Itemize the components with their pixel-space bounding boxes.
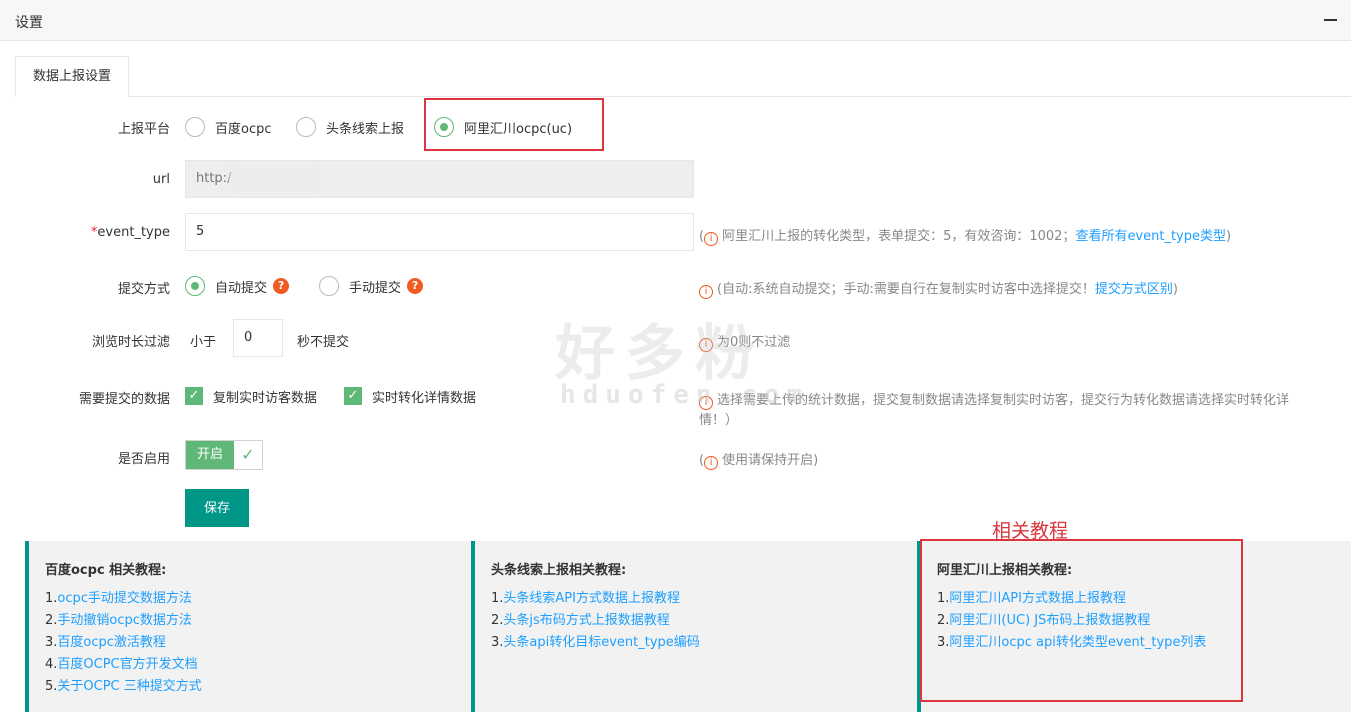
window-title: 设置 [15, 15, 43, 31]
enabled-label: 是否启用 [117, 452, 170, 467]
list-item: 1.ocpc手动提交数据方法 [45, 591, 192, 606]
radio-circle-icon [296, 117, 316, 137]
info-icon: i [704, 232, 719, 246]
enabled-tip: (i 使用请保持开启) [699, 453, 819, 470]
list-item: 4.百度OCPC官方开发文档 [45, 657, 198, 672]
radio-circle-icon [319, 276, 339, 296]
highlight-box-platform [424, 98, 604, 151]
list-item: 3.百度ocpc激活教程 [45, 635, 166, 650]
tutorial-link[interactable]: 关于OCPC 三种提交方式 [57, 679, 201, 694]
info-icon: i [699, 285, 713, 299]
tutorial-panel-baidu: 百度ocpc 相关教程: 1.ocpc手动提交数据方法 2.手动撤销ocpc数据… [25, 541, 471, 712]
check-icon: ✓ [241, 445, 255, 464]
redacted-url-blur [230, 171, 320, 191]
duration-input[interactable]: 0 [233, 319, 283, 357]
list-item: 2.头条js布码方式上报数据教程 [491, 613, 670, 628]
enable-switch[interactable]: 开启 ✓ [185, 440, 263, 470]
check-icon: ✓ [185, 387, 203, 405]
panel-title: 百度ocpc 相关教程: [45, 563, 167, 578]
tutorial-link[interactable]: 百度OCPC官方开发文档 [57, 657, 197, 672]
tutorial-link[interactable]: 手动撤销ocpc数据方法 [57, 613, 192, 628]
platform-label: 上报平台 [117, 122, 170, 137]
checkbox-copy-visitor-data[interactable]: ✓ 复制实时访客数据 [185, 387, 317, 406]
submit-mode-tip: i (自动:系统自动提交；手动:需要自行在复制实时访客中选择提交！提交方式区别) [699, 278, 1178, 299]
checkbox-conversion-detail-data[interactable]: ✓ 实时转化详情数据 [344, 387, 476, 406]
event-type-label: *event_type [90, 225, 170, 240]
duration-prefix: 小于 [190, 335, 217, 350]
radio-toutiao[interactable]: 头条线索上报 [296, 117, 404, 137]
data-to-submit-tip-cont: 情！） [699, 413, 739, 428]
radio-checked-icon [185, 276, 205, 296]
radio-manual-submit[interactable]: 手动提交 ? [319, 276, 424, 296]
tutorial-link[interactable]: ocpc手动提交数据方法 [57, 591, 192, 606]
radio-circle-icon [185, 117, 205, 137]
submit-mode-diff-link[interactable]: 提交方式区别 [1095, 282, 1173, 297]
window-header: 设置 [0, 0, 1351, 41]
tutorial-panel-toutiao: 头条线索上报相关教程: 1.头条线索API方式数据上报教程 2.头条js布码方式… [471, 541, 917, 712]
event-type-tip: (i 阿里汇川上报的转化类型，表单提交：5，有效咨询：1002；查看所有event… [699, 229, 1232, 246]
list-item: 2.手动撤销ocpc数据方法 [45, 613, 192, 628]
tab-data-report-settings[interactable]: 数据上报设置 [15, 56, 129, 97]
data-to-submit-label: 需要提交的数据 [78, 392, 170, 407]
tab-bar: 数据上报设置 [15, 56, 1351, 97]
list-item: 5.关于OCPC 三种提交方式 [45, 679, 202, 694]
duration-suffix: 秒不提交 [297, 335, 350, 350]
minimize-icon[interactable] [1324, 19, 1337, 21]
help-icon[interactable]: ? [273, 278, 290, 294]
switch-on-label: 开启 [186, 441, 234, 469]
watermark-domain: hduofen.com [560, 380, 810, 410]
save-button[interactable]: 保存 [185, 489, 249, 527]
tutorial-link[interactable]: 头条js布码方式上报数据教程 [503, 613, 669, 628]
highlight-box-aliyun-tutorials [920, 539, 1243, 702]
tutorial-link[interactable]: 百度ocpc激活教程 [57, 635, 166, 650]
duration-filter-label: 浏览时长过滤 [91, 335, 170, 350]
list-item: 1.头条线索API方式数据上报教程 [491, 591, 680, 606]
panel-title: 头条线索上报相关教程: [491, 563, 627, 578]
radio-auto-submit[interactable]: 自动提交 ? [185, 276, 290, 296]
tutorial-link[interactable]: 头条线索API方式数据上报教程 [503, 591, 680, 606]
radio-baidu-ocpc[interactable]: 百度ocpc [185, 117, 272, 137]
info-icon: i [704, 456, 719, 470]
watermark-logo: 好多粉 [555, 319, 765, 389]
submit-mode-label: 提交方式 [117, 282, 170, 297]
help-icon[interactable]: ? [407, 278, 424, 294]
url-label: url [152, 172, 170, 187]
check-icon: ✓ [344, 387, 362, 405]
list-item: 3.头条api转化目标event_type编码 [491, 635, 700, 650]
event-type-list-link[interactable]: 查看所有event_type类型 [1075, 229, 1226, 244]
event-type-input[interactable]: 5 [185, 213, 694, 251]
tutorial-link[interactable]: 头条api转化目标event_type编码 [503, 635, 699, 650]
